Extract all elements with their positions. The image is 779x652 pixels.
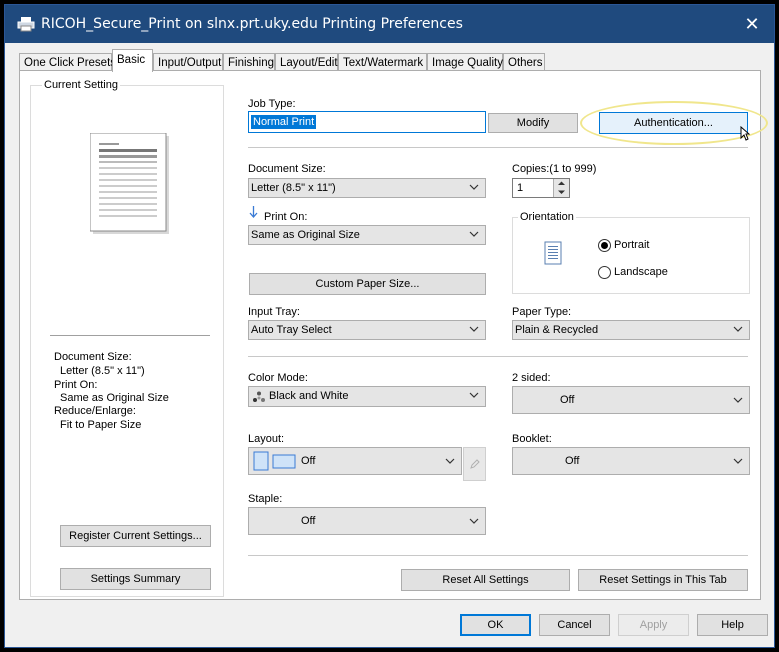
color-mode-label: Color Mode: bbox=[248, 372, 308, 384]
close-button[interactable]: ✕ bbox=[734, 9, 770, 39]
color-mode-value: Black and White bbox=[269, 390, 349, 402]
chevron-down-icon bbox=[469, 326, 479, 332]
portrait-radio[interactable] bbox=[598, 239, 611, 252]
booklet-label: Booklet: bbox=[512, 433, 552, 445]
print-on-value: Same as Original Size bbox=[251, 229, 360, 241]
modify-button[interactable]: Modify bbox=[488, 113, 578, 133]
portrait-label: Portrait bbox=[614, 239, 650, 251]
copies-value: 1 bbox=[517, 182, 524, 194]
summary-print-on-value: Same as Original Size bbox=[60, 392, 169, 404]
landscape-radio[interactable] bbox=[598, 266, 611, 279]
color-mode-select[interactable]: Black and White bbox=[248, 386, 486, 407]
tab-others[interactable]: Others bbox=[503, 53, 545, 71]
setting-separator bbox=[50, 335, 210, 336]
job-type-field[interactable]: Normal Print bbox=[248, 111, 486, 133]
print-on-arrow-icon bbox=[249, 206, 258, 218]
summary-reduce-enlarge-label: Reduce/Enlarge: bbox=[54, 405, 136, 417]
job-type-label: Job Type: bbox=[248, 98, 296, 110]
chevron-down-icon bbox=[445, 458, 455, 464]
register-current-settings-button[interactable]: Register Current Settings... bbox=[60, 525, 211, 547]
mouse-cursor-icon bbox=[740, 126, 750, 141]
document-size-value: Letter (8.5" x 11") bbox=[251, 182, 336, 194]
staple-label: Staple: bbox=[248, 493, 283, 505]
tab-text-watermark[interactable]: Text/Watermark bbox=[338, 53, 427, 71]
orientation-title: Orientation bbox=[518, 211, 576, 223]
tab-finishing[interactable]: Finishing bbox=[223, 53, 275, 71]
summary-print-on-label: Print On: bbox=[54, 379, 98, 391]
print-on-label: Print On: bbox=[264, 211, 308, 223]
chevron-down-icon bbox=[469, 392, 479, 398]
layout-detail-button[interactable] bbox=[463, 447, 486, 481]
window-title: RICOH_Secure_Print on slnx.prt.uky.edu P… bbox=[41, 16, 463, 32]
current-setting-title: Current Setting bbox=[42, 79, 120, 91]
summary-document-size-value: Letter (8.5" x 11") bbox=[60, 365, 145, 377]
middle-separator bbox=[248, 356, 748, 357]
booklet-select[interactable]: Off bbox=[512, 447, 750, 475]
chevron-down-icon bbox=[733, 326, 743, 332]
input-tray-value: Auto Tray Select bbox=[251, 324, 332, 336]
booklet-value: Off bbox=[565, 455, 580, 467]
layout-label: Layout: bbox=[248, 433, 285, 445]
document-size-label: Document Size: bbox=[248, 163, 326, 175]
summary-reduce-enlarge-value: Fit to Paper Size bbox=[60, 419, 142, 431]
page-preview-icon bbox=[90, 133, 169, 234]
summary-document-size-label: Document Size: bbox=[54, 351, 132, 363]
two-sided-label: 2 sided: bbox=[512, 372, 551, 384]
reset-tab-settings-button[interactable]: Reset Settings in This Tab bbox=[578, 569, 748, 591]
tab-basic[interactable]: Basic bbox=[112, 49, 153, 72]
reset-all-settings-button[interactable]: Reset All Settings bbox=[401, 569, 570, 591]
custom-paper-size-button[interactable]: Custom Paper Size... bbox=[249, 273, 486, 295]
portrait-page-icon bbox=[544, 241, 562, 265]
staple-select[interactable]: Off bbox=[248, 507, 486, 535]
job-type-value: Normal Print bbox=[251, 115, 317, 129]
landscape-label: Landscape bbox=[614, 266, 668, 278]
paper-type-value: Plain & Recycled bbox=[515, 324, 599, 336]
staple-value: Off bbox=[301, 515, 316, 527]
ok-button[interactable]: OK bbox=[460, 614, 531, 636]
color-dots-icon bbox=[253, 391, 265, 402]
input-tray-select[interactable]: Auto Tray Select bbox=[248, 320, 486, 340]
tab-input-output[interactable]: Input/Output bbox=[153, 53, 223, 71]
chevron-down-icon bbox=[469, 184, 479, 190]
document-size-select[interactable]: Letter (8.5" x 11") bbox=[248, 178, 486, 198]
cancel-button[interactable]: Cancel bbox=[539, 614, 610, 636]
tab-layout-edit[interactable]: Layout/Edit bbox=[275, 53, 338, 71]
two-sided-value: Off bbox=[560, 394, 575, 406]
paper-type-select[interactable]: Plain & Recycled bbox=[512, 320, 750, 340]
chevron-down-icon bbox=[469, 518, 479, 524]
layout-pages-icon bbox=[253, 451, 296, 471]
chevron-down-icon bbox=[733, 458, 743, 464]
help-button[interactable]: Help bbox=[697, 614, 768, 636]
title-bar: RICOH_Secure_Print on slnx.prt.uky.edu P… bbox=[5, 5, 774, 43]
paper-type-label: Paper Type: bbox=[512, 306, 572, 318]
printing-preferences-window: RICOH_Secure_Print on slnx.prt.uky.edu P… bbox=[4, 4, 775, 648]
tab-one-click-presets[interactable]: One Click Presets bbox=[19, 53, 116, 71]
authentication-button[interactable]: Authentication... bbox=[599, 112, 748, 134]
layout-value: Off bbox=[301, 455, 316, 467]
pencil-icon bbox=[470, 459, 480, 469]
arrow-down-icon bbox=[558, 190, 565, 194]
copies-label: Copies:(1 to 999) bbox=[512, 163, 597, 175]
copies-stepper[interactable]: 1 bbox=[512, 178, 570, 198]
two-sided-select[interactable]: Off bbox=[512, 386, 750, 414]
settings-summary-button[interactable]: Settings Summary bbox=[60, 568, 211, 590]
chevron-down-icon bbox=[733, 397, 743, 403]
arrow-up-icon bbox=[558, 181, 565, 185]
copies-down-button[interactable] bbox=[553, 188, 569, 197]
apply-button[interactable]: Apply bbox=[618, 614, 689, 636]
basic-tab-page: Current Setting Document Size: Letter (8… bbox=[19, 70, 768, 600]
layout-select[interactable]: Off bbox=[248, 447, 462, 475]
print-on-select[interactable]: Same as Original Size bbox=[248, 225, 486, 245]
input-tray-label: Input Tray: bbox=[248, 306, 300, 318]
printer-icon bbox=[17, 17, 35, 32]
bottom-separator bbox=[248, 555, 748, 556]
top-separator bbox=[248, 147, 748, 148]
tab-image-quality[interactable]: Image Quality bbox=[427, 53, 503, 71]
chevron-down-icon bbox=[469, 231, 479, 237]
